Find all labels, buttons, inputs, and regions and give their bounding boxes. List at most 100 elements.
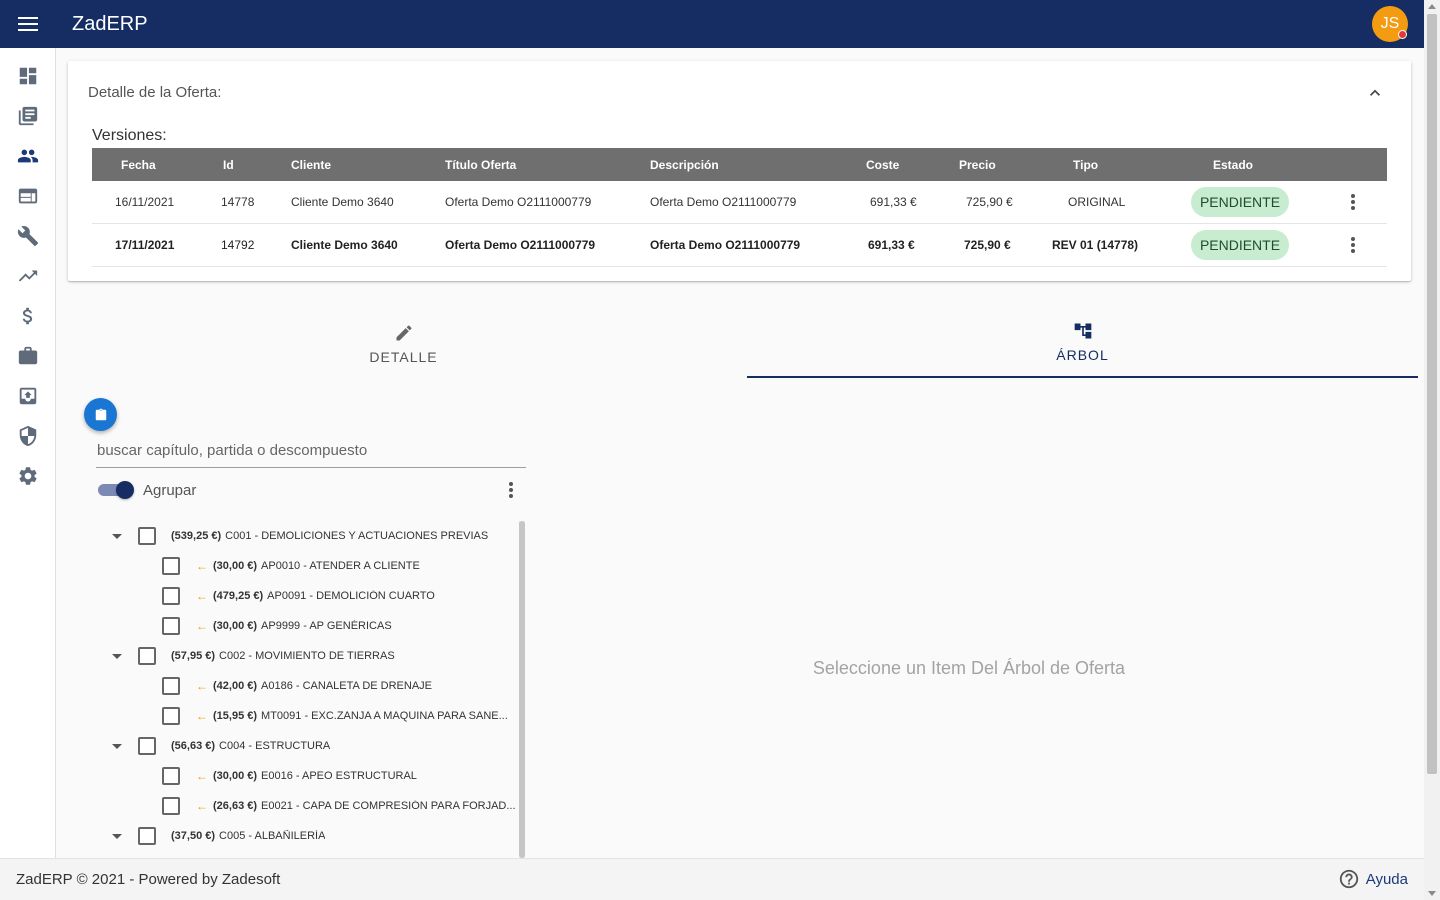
table-row[interactable]: 16/11/2021 14778 Cliente Demo 3640 Ofert…	[92, 181, 1387, 224]
tree-checkbox[interactable]	[162, 587, 180, 605]
scroll-down-icon[interactable]	[1428, 891, 1436, 896]
sidebar-item-settings[interactable]	[0, 456, 56, 496]
tree-checkbox[interactable]	[162, 767, 180, 785]
sidebar-item-work[interactable]	[0, 336, 56, 376]
web-window-icon	[18, 188, 38, 204]
node-price: (42,00 €)	[213, 680, 258, 692]
row-actions	[1341, 224, 1365, 266]
sidebar-item-window[interactable]	[0, 176, 56, 216]
status-badge: PENDIENTE	[1191, 187, 1289, 217]
tree-node-chapter[interactable]: (56,63 €) C004 - ESTRUCTURA	[112, 731, 330, 761]
tree-checkbox[interactable]	[138, 827, 156, 845]
sidebar	[0, 48, 56, 858]
node-price: (26,63 €)	[213, 800, 258, 812]
column-header-precio[interactable]: Precio	[959, 148, 996, 181]
node-price: (30,00 €)	[213, 620, 258, 632]
avatar-initials: JS	[1380, 15, 1400, 32]
sidebar-item-trending[interactable]	[0, 256, 56, 296]
column-header-id[interactable]: Id	[223, 148, 234, 181]
page-scrollbar-thumb[interactable]	[1427, 14, 1437, 774]
tree-node-item[interactable]: ← (30,00 €) E0016 - APEO ESTRUCTURAL	[162, 761, 417, 791]
row-menu-button[interactable]	[1341, 190, 1365, 214]
column-header-descripcion[interactable]: Descripción	[650, 148, 719, 181]
library-books-icon	[18, 106, 38, 126]
expand-caret-icon[interactable]	[112, 653, 122, 659]
column-header-coste[interactable]: Coste	[866, 148, 899, 181]
page-scrollbar[interactable]	[1424, 0, 1440, 900]
tree-checkbox[interactable]	[162, 707, 180, 725]
column-header-fecha[interactable]: Fecha	[121, 148, 156, 181]
column-header-tipo[interactable]: Tipo	[1073, 148, 1098, 181]
column-header-cliente[interactable]: Cliente	[291, 148, 331, 181]
tab-label: ÁRBOL	[1056, 347, 1109, 363]
tree-node-item[interactable]: ← (15,95 €) MT0091 - EXC.ZANJA A MAQUINA…	[162, 701, 508, 731]
tree-checkbox[interactable]	[162, 797, 180, 815]
tree-checkbox[interactable]	[138, 647, 156, 665]
dashboard-icon	[19, 67, 37, 85]
sidebar-item-library[interactable]	[0, 96, 56, 136]
node-price: (15,95 €)	[213, 710, 258, 722]
pencil-icon	[396, 325, 412, 341]
cell-precio: 725,90 €	[964, 238, 1011, 252]
sidebar-item-people[interactable]	[0, 136, 56, 176]
tree-node-chapter[interactable]: (37,50 €) C005 - ALBAÑILERÍA	[112, 821, 325, 851]
help-link[interactable]: Ayuda	[1338, 868, 1408, 890]
tab-detalle[interactable]: DETALLE	[68, 300, 739, 378]
tree-search-input[interactable]	[96, 434, 526, 467]
tree-node-chapter[interactable]: (57,95 €) C002 - MOVIMIENTO DE TIERRAS	[112, 641, 395, 671]
tree-node-item[interactable]: ← (479,25 €) AP0091 - DEMOLICIÓN CUARTO	[162, 581, 435, 611]
node-label: C005 - ALBAÑILERÍA	[219, 830, 326, 842]
expand-caret-icon[interactable]	[112, 833, 122, 839]
node-label: C004 - ESTRUCTURA	[219, 740, 331, 752]
trending-up-icon	[18, 270, 38, 282]
tree-checkbox[interactable]	[162, 677, 180, 695]
tree-scrollbar[interactable]	[519, 521, 525, 858]
tree-search-field	[96, 434, 526, 468]
cell-precio: 725,90 €	[966, 195, 1013, 209]
sidebar-item-security[interactable]	[0, 416, 56, 456]
menu-button[interactable]	[0, 0, 56, 48]
sidebar-item-tools[interactable]	[0, 216, 56, 256]
offer-tree: (539,25 €) C001 - DEMOLICIONES Y ACTUACI…	[96, 521, 516, 858]
tree-checkbox[interactable]	[162, 557, 180, 575]
group-toggle[interactable]	[98, 481, 134, 499]
briefcase-icon	[18, 346, 38, 365]
row-menu-button[interactable]	[1341, 233, 1365, 257]
user-avatar[interactable]: JS	[1372, 6, 1408, 42]
cell-descripcion: Oferta Demo O2111000779	[650, 238, 801, 252]
group-toggle-label: Agrupar	[143, 482, 197, 499]
expand-caret-icon[interactable]	[112, 533, 122, 539]
cell-id: 14778	[221, 195, 255, 209]
node-label: AP9999 - AP GENÉRICAS	[261, 620, 392, 632]
sidebar-item-dashboard[interactable]	[0, 56, 56, 96]
tree-node-item[interactable]: ← (30,00 €) AP0010 - ATENDER A CLIENTE	[162, 551, 420, 581]
cell-id: 14792	[221, 238, 255, 252]
help-circle-icon	[1339, 869, 1358, 889]
node-label: AP0091 - DEMOLICIÓN CUARTO	[267, 590, 435, 602]
people-icon	[17, 149, 39, 163]
column-header-estado[interactable]: Estado	[1213, 148, 1253, 181]
tree-node-item[interactable]: ← (26,63 €) E0021 - CAPA DE COMPRESIÓN P…	[162, 791, 516, 821]
collapse-button[interactable]	[1365, 83, 1385, 103]
cell-fecha: 17/11/2021	[115, 238, 175, 252]
sidebar-item-archive[interactable]	[0, 376, 56, 416]
table-row[interactable]: 17/11/2021 14792 Cliente Demo 3640 Ofert…	[92, 224, 1387, 267]
cell-titulo: Oferta Demo O2111000779	[445, 195, 592, 209]
tree-options-button[interactable]	[499, 478, 523, 502]
clipboard-fab-button[interactable]	[84, 398, 117, 431]
column-header-titulo[interactable]: Título Oferta	[445, 148, 516, 181]
tree-checkbox[interactable]	[138, 737, 156, 755]
sidebar-item-money[interactable]	[0, 296, 56, 336]
scroll-up-icon[interactable]	[1428, 4, 1436, 9]
tree-node-item[interactable]: ← (42,00 €) A0186 - CANALETA DE DRENAJE	[162, 671, 432, 701]
node-price: (479,25 €)	[213, 590, 264, 602]
tree-scrollbar-thumb[interactable]	[519, 521, 525, 858]
tree-node-item[interactable]: ← (30,00 €) AP9999 - AP GENÉRICAS	[162, 611, 392, 641]
tab-arbol[interactable]: ÁRBOL	[747, 300, 1418, 378]
tree-checkbox[interactable]	[138, 527, 156, 545]
tree-node-chapter[interactable]: (539,25 €) C001 - DEMOLICIONES Y ACTUACI…	[112, 521, 488, 551]
tree-checkbox[interactable]	[162, 617, 180, 635]
top-app-bar: ZadERP JS	[0, 0, 1424, 48]
cell-cliente: Cliente Demo 3640	[291, 195, 394, 209]
expand-caret-icon[interactable]	[112, 743, 122, 749]
